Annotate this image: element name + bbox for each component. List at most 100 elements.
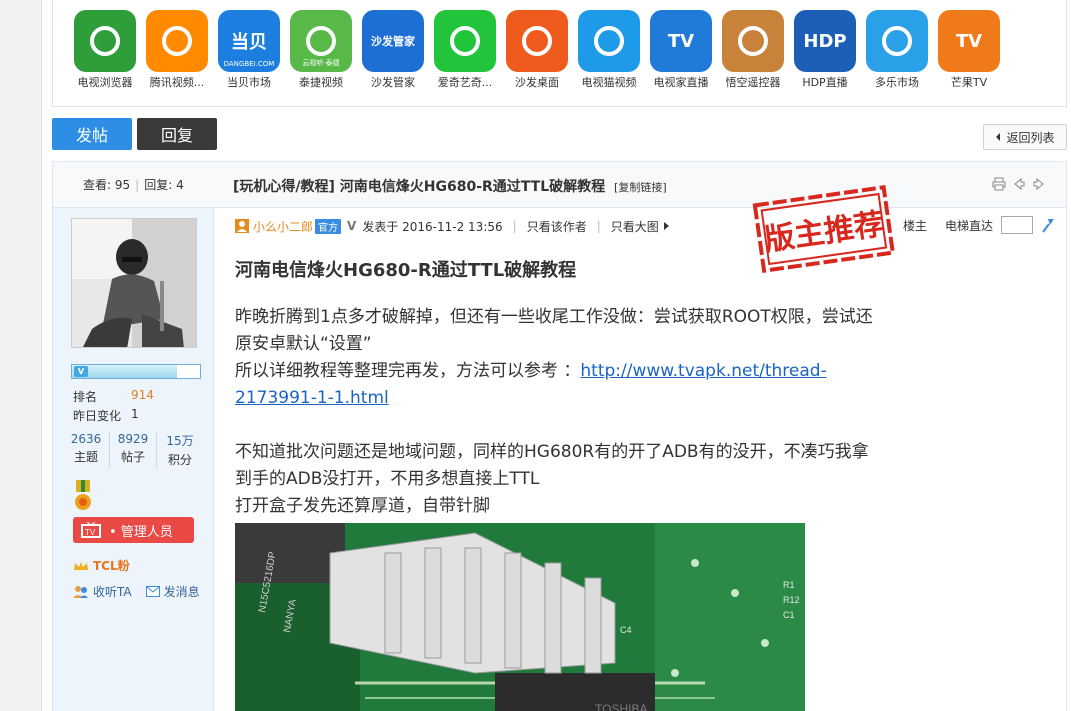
post-container: 查看: 95 | 回复: 4 [玩机心得/教程] 河南电信烽火HG680-R通过TT… [52, 161, 1067, 711]
app-item[interactable]: 多乐市场 [861, 10, 933, 90]
official-tag: 官方 [315, 218, 342, 234]
chip-text-3: TOSHIBA [595, 702, 647, 711]
users-icon [73, 585, 88, 598]
points-count[interactable]: 15万 积分 [157, 432, 203, 468]
post-button[interactable]: 发帖 [52, 118, 132, 150]
pcb-label-1: C4 [620, 625, 632, 635]
app-item[interactable]: 沙发桌面 [501, 10, 573, 90]
iqiyi-icon [434, 10, 496, 72]
paragraph-2: 不知道批次问题还是地域问题，同样的HG680R有的开了ADB有的没开，不凑巧我拿… [235, 439, 915, 520]
back-to-list-label: 返回列表 [1006, 130, 1055, 145]
app-item[interactable]: 沙发管家 沙发管家 [357, 10, 429, 90]
app-item[interactable]: 电视浏览器 [69, 10, 141, 90]
back-to-list-button[interactable]: 返回列表 [983, 124, 1067, 150]
tv-icon: TV [81, 522, 101, 538]
app-label: 电视家直播 [653, 76, 709, 89]
user-icon [235, 219, 249, 233]
dianshijia-icon: TV [650, 10, 712, 72]
message-button[interactable]: 发消息 [145, 583, 200, 600]
caret-right-icon [663, 222, 669, 230]
app-item[interactable]: 爱奇艺奇... [429, 10, 501, 90]
sofa-desktop-icon [506, 10, 568, 72]
previous-thread-icon[interactable] [1012, 177, 1026, 191]
reference-link[interactable]: http://www.tvapk.net/thread- [580, 361, 826, 381]
taijie-video-icon: 云视听·泰捷 [290, 10, 352, 72]
svg-text:TV: TV [85, 528, 96, 537]
tvcat-video-icon [578, 10, 640, 72]
copy-link-button[interactable]: [复制链接] [614, 181, 667, 194]
thread-stats: 查看: 95 | 回复: 4 [83, 178, 184, 192]
app-label: 腾讯视频... [149, 76, 205, 89]
text-line: 不知道批次问题还是地域问题，同样的HG680R有的开了ADB有的没开，不凑巧我拿 [235, 442, 869, 462]
app-label: HDP直播 [802, 76, 848, 89]
post-author-name[interactable]: 小么小二郎 [253, 218, 313, 235]
app-item[interactable]: 云视听·泰捷泰捷视频 [285, 10, 357, 90]
app-item[interactable]: 当贝 DANGBEI.COM 当贝市场 [213, 10, 285, 90]
crown-icon [74, 561, 88, 570]
floor-jump-input[interactable] [1001, 216, 1033, 234]
left-rail [0, 0, 42, 711]
text-line: 所以详细教程等整理完再发，方法可以参考 ：http://www.tvapk.ne… [235, 361, 827, 381]
author-panel: V 排名 914 昨日变化 1 2636 主题 8929 帖子 15万 积分 TV •… [53, 208, 214, 711]
app-item[interactable]: 腾讯视频... [141, 10, 213, 90]
level-progress-bar: V [71, 364, 201, 379]
rank-label: 排名 [73, 390, 98, 404]
app-item[interactable]: TV 芒果TV [933, 10, 1005, 90]
app-label: 爱奇艺奇... [437, 76, 493, 89]
views-label: 查看: [83, 178, 112, 192]
next-thread-icon[interactable] [1032, 177, 1046, 191]
wukong-remote-icon [722, 10, 784, 72]
app-label: 沙发管家 [371, 76, 415, 89]
tencent-video-icon [146, 10, 208, 72]
duole-market-icon [866, 10, 928, 72]
paragraph-1: 昨晚折腾到1点多才破解掉，但还有一些收尾工作没做：尝试获取ROOT权限，尝试还 … [235, 304, 915, 412]
floor-label: 楼主 [902, 218, 927, 233]
hdp-live-icon: HDP [794, 10, 856, 72]
replies-label: 回复: [144, 178, 173, 192]
post-body-title: 河南电信烽火HG680-R通过TTL破解教程 [235, 260, 577, 281]
text-line: 打开盒子发先还算厚道，自带针脚 [235, 496, 490, 516]
message-label: 发消息 [163, 585, 200, 599]
topics-count[interactable]: 2636 主题 [63, 432, 110, 468]
app-label: 当贝市场 [227, 76, 271, 89]
pcb-label-3: R12 [783, 595, 800, 605]
thread-title: [玩机心得/教程] 河南电信烽火HG680-R通过TTL破解教程 [复制链接] [233, 176, 667, 196]
floor-controls: 楼主 电梯直达 [903, 216, 1055, 234]
avatar[interactable] [71, 218, 197, 348]
user-group-label: TCL粉 [93, 559, 130, 573]
text-line: 2173991-1-1.html [235, 385, 915, 412]
posts-count[interactable]: 8929 帖子 [110, 432, 157, 468]
reply-button[interactable]: 回复 [137, 118, 217, 150]
mail-icon [145, 586, 160, 597]
admin-role-label: • 管理人员 [109, 524, 173, 540]
post-photo[interactable]: N15C5216DP NANYA TOSHIBA C4 R1 R12 C1 UM… [235, 523, 805, 711]
print-icon[interactable] [992, 177, 1006, 191]
replies-count: 4 [176, 178, 184, 192]
thread-header: 查看: 95 | 回复: 4 [玩机心得/教程] 河南电信烽火HG680-R通过TT… [53, 162, 1066, 208]
jump-go-icon[interactable] [1041, 217, 1055, 233]
app-label: 电视猫视频 [581, 76, 637, 89]
chevron-left-icon [996, 133, 1001, 141]
only-author-link[interactable]: 只看该作者 [527, 218, 587, 235]
reference-link-continued[interactable]: 2173991-1-1.html [235, 388, 389, 408]
app-item[interactable]: 电视猫视频 [573, 10, 645, 90]
user-group: TCL粉 [73, 557, 130, 574]
app-label: 沙发桌面 [515, 76, 559, 89]
app-label: 芒果TV [950, 76, 988, 89]
only-images-link[interactable]: 只看大图 [611, 218, 659, 235]
app-item[interactable]: HDP HDP直播 [789, 10, 861, 90]
app-item[interactable]: TV 电视家直播 [645, 10, 717, 90]
change-label: 昨日变化 [73, 409, 122, 423]
medal-icon[interactable] [73, 480, 93, 514]
text-line: 原安卓默认“设置” [235, 334, 372, 354]
mango-tv-icon: TV [938, 10, 1000, 72]
follow-button[interactable]: 收听TA [73, 583, 132, 600]
app-label: 泰捷视频 [299, 76, 343, 89]
thread-title-text: [玩机心得/教程] 河南电信烽火HG680-R通过TTL破解教程 [233, 179, 606, 195]
app-label: 多乐市场 [875, 76, 919, 89]
app-item[interactable]: 悟空遥控器 [717, 10, 789, 90]
app-label: 电视浏览器 [77, 76, 133, 89]
text-line: 到手的ADB没打开，不用多想直接上TTL [235, 469, 540, 489]
text-line: 昨晚折腾到1点多才破解掉，但还有一些收尾工作没做：尝试获取ROOT权限，尝试还 [235, 307, 873, 327]
change-value: 1 [131, 407, 139, 421]
